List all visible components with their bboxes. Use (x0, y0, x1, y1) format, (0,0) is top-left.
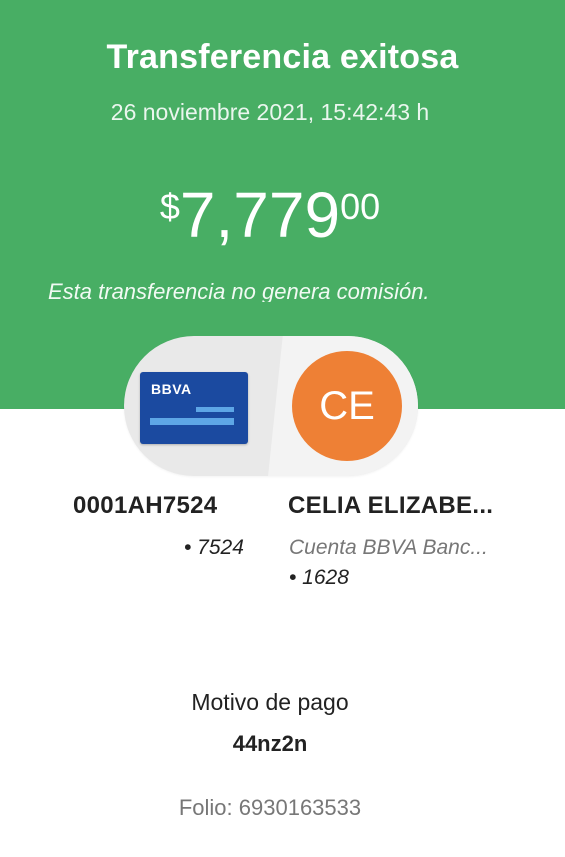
origin-account-name: 0001AH7524 (73, 492, 218, 519)
recipient-name: CELIA ELIZABE... (288, 492, 494, 519)
transfer-datetime: 26 noviembre 2021, 15:42:43 h (110, 99, 430, 125)
recipient-bank: Cuenta BBVA Banc... (289, 536, 488, 559)
payment-reason-label: Motivo de pago (191, 689, 349, 715)
transfer-amount: $7,77900 (0, 183, 540, 247)
currency-symbol: $ (159, 186, 180, 227)
amount-integer: 7,779 (179, 179, 341, 251)
recipient-avatar: CE (292, 351, 402, 461)
card-brand-label: BBVA (151, 381, 192, 397)
transfer-parties-pill: BBVA CE (124, 336, 418, 476)
bbva-card-icon: BBVA (140, 372, 248, 444)
amount-decimals: 00 (340, 186, 381, 227)
commission-note: Esta transferencia no genera comisión. (48, 279, 430, 302)
folio-number: Folio: 6930163533 (178, 795, 362, 820)
card-stripe-short (196, 407, 234, 412)
card-stripe-long (150, 418, 234, 425)
origin-account-digits: • 7524 (184, 536, 244, 559)
recipient-account-digits: • 1628 (289, 566, 349, 589)
page-title: Transferencia exitosa (106, 38, 459, 76)
payment-reason-value: 44nz2n (232, 731, 308, 756)
